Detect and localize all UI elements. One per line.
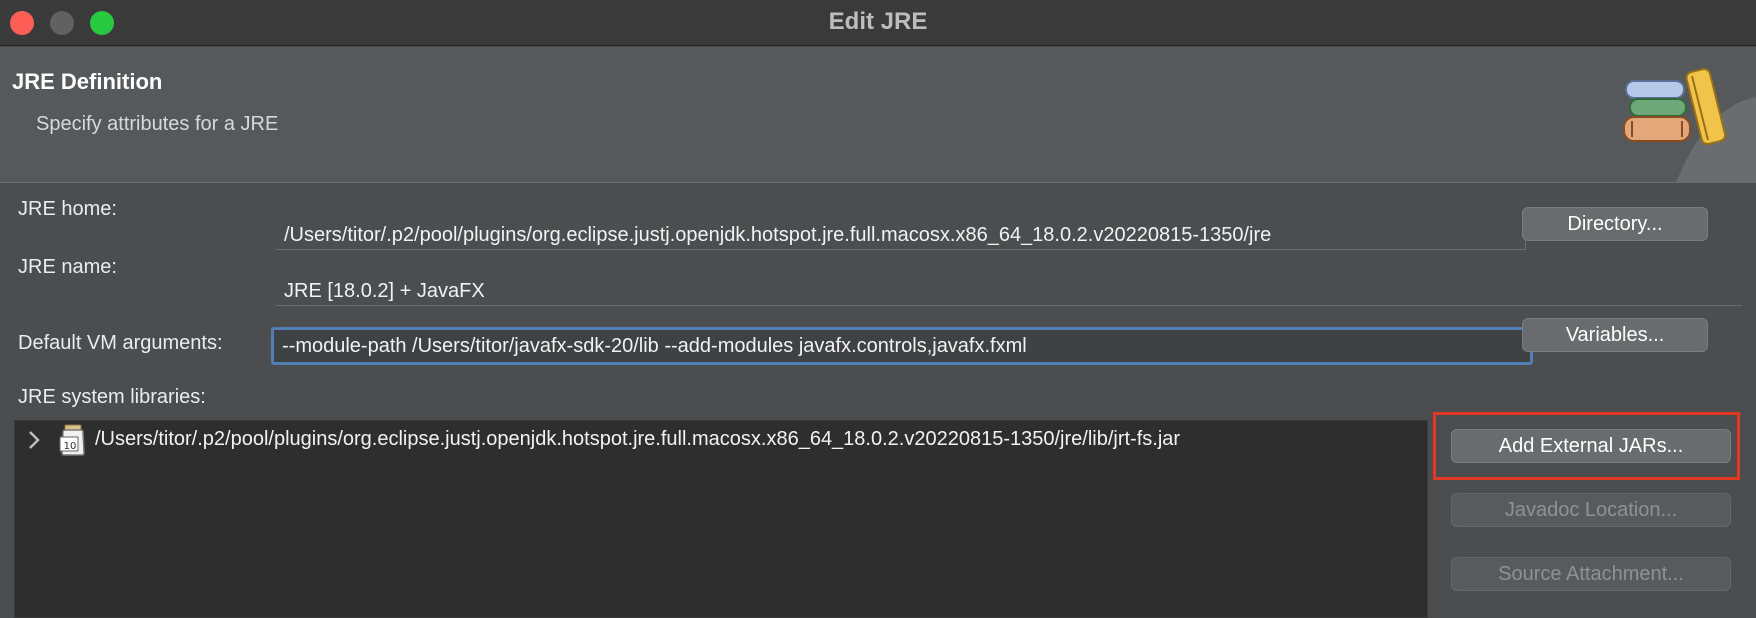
chevron-right-icon[interactable]: [25, 427, 45, 453]
jre-books-icon: [1623, 67, 1756, 183]
annotation-highlight-box: [1433, 412, 1740, 480]
jre-home-field[interactable]: /Users/titor/.p2/pool/plugins/org.eclips…: [276, 220, 1526, 250]
jar-icon: 10: [59, 424, 85, 456]
title-bar: Edit JRE: [0, 0, 1756, 46]
jre-home-label: JRE home:: [18, 198, 117, 220]
javadoc-location-button[interactable]: Javadoc Location...: [1451, 493, 1731, 527]
banner-subtitle: Specify attributes for a JRE: [36, 113, 279, 135]
system-libraries-label: JRE system libraries:: [18, 386, 206, 408]
variables-button[interactable]: Variables...: [1522, 318, 1708, 352]
library-row[interactable]: 10 /Users/titor/.p2/pool/plugins/org.ecl…: [15, 421, 1427, 461]
jre-name-field[interactable]: JRE [18.0.2] + JavaFX: [276, 276, 1742, 306]
banner-title: JRE Definition: [12, 69, 163, 94]
window-title: Edit JRE: [828, 8, 928, 35]
vm-arguments-field[interactable]: --module-path /Users/titor/javafx-sdk-20…: [271, 327, 1533, 365]
directory-button[interactable]: Directory...: [1522, 207, 1708, 241]
header-banner: JRE Definition Specify attributes for a …: [0, 47, 1756, 183]
jre-name-label: JRE name:: [18, 256, 117, 278]
svg-text:10: 10: [64, 441, 77, 452]
system-libraries-tree[interactable]: 10 /Users/titor/.p2/pool/plugins/org.ecl…: [14, 420, 1428, 618]
library-path: /Users/titor/.p2/pool/plugins/org.eclips…: [95, 428, 1181, 450]
source-attachment-button[interactable]: Source Attachment...: [1451, 557, 1731, 591]
vm-arguments-label: Default VM arguments:: [18, 332, 223, 354]
